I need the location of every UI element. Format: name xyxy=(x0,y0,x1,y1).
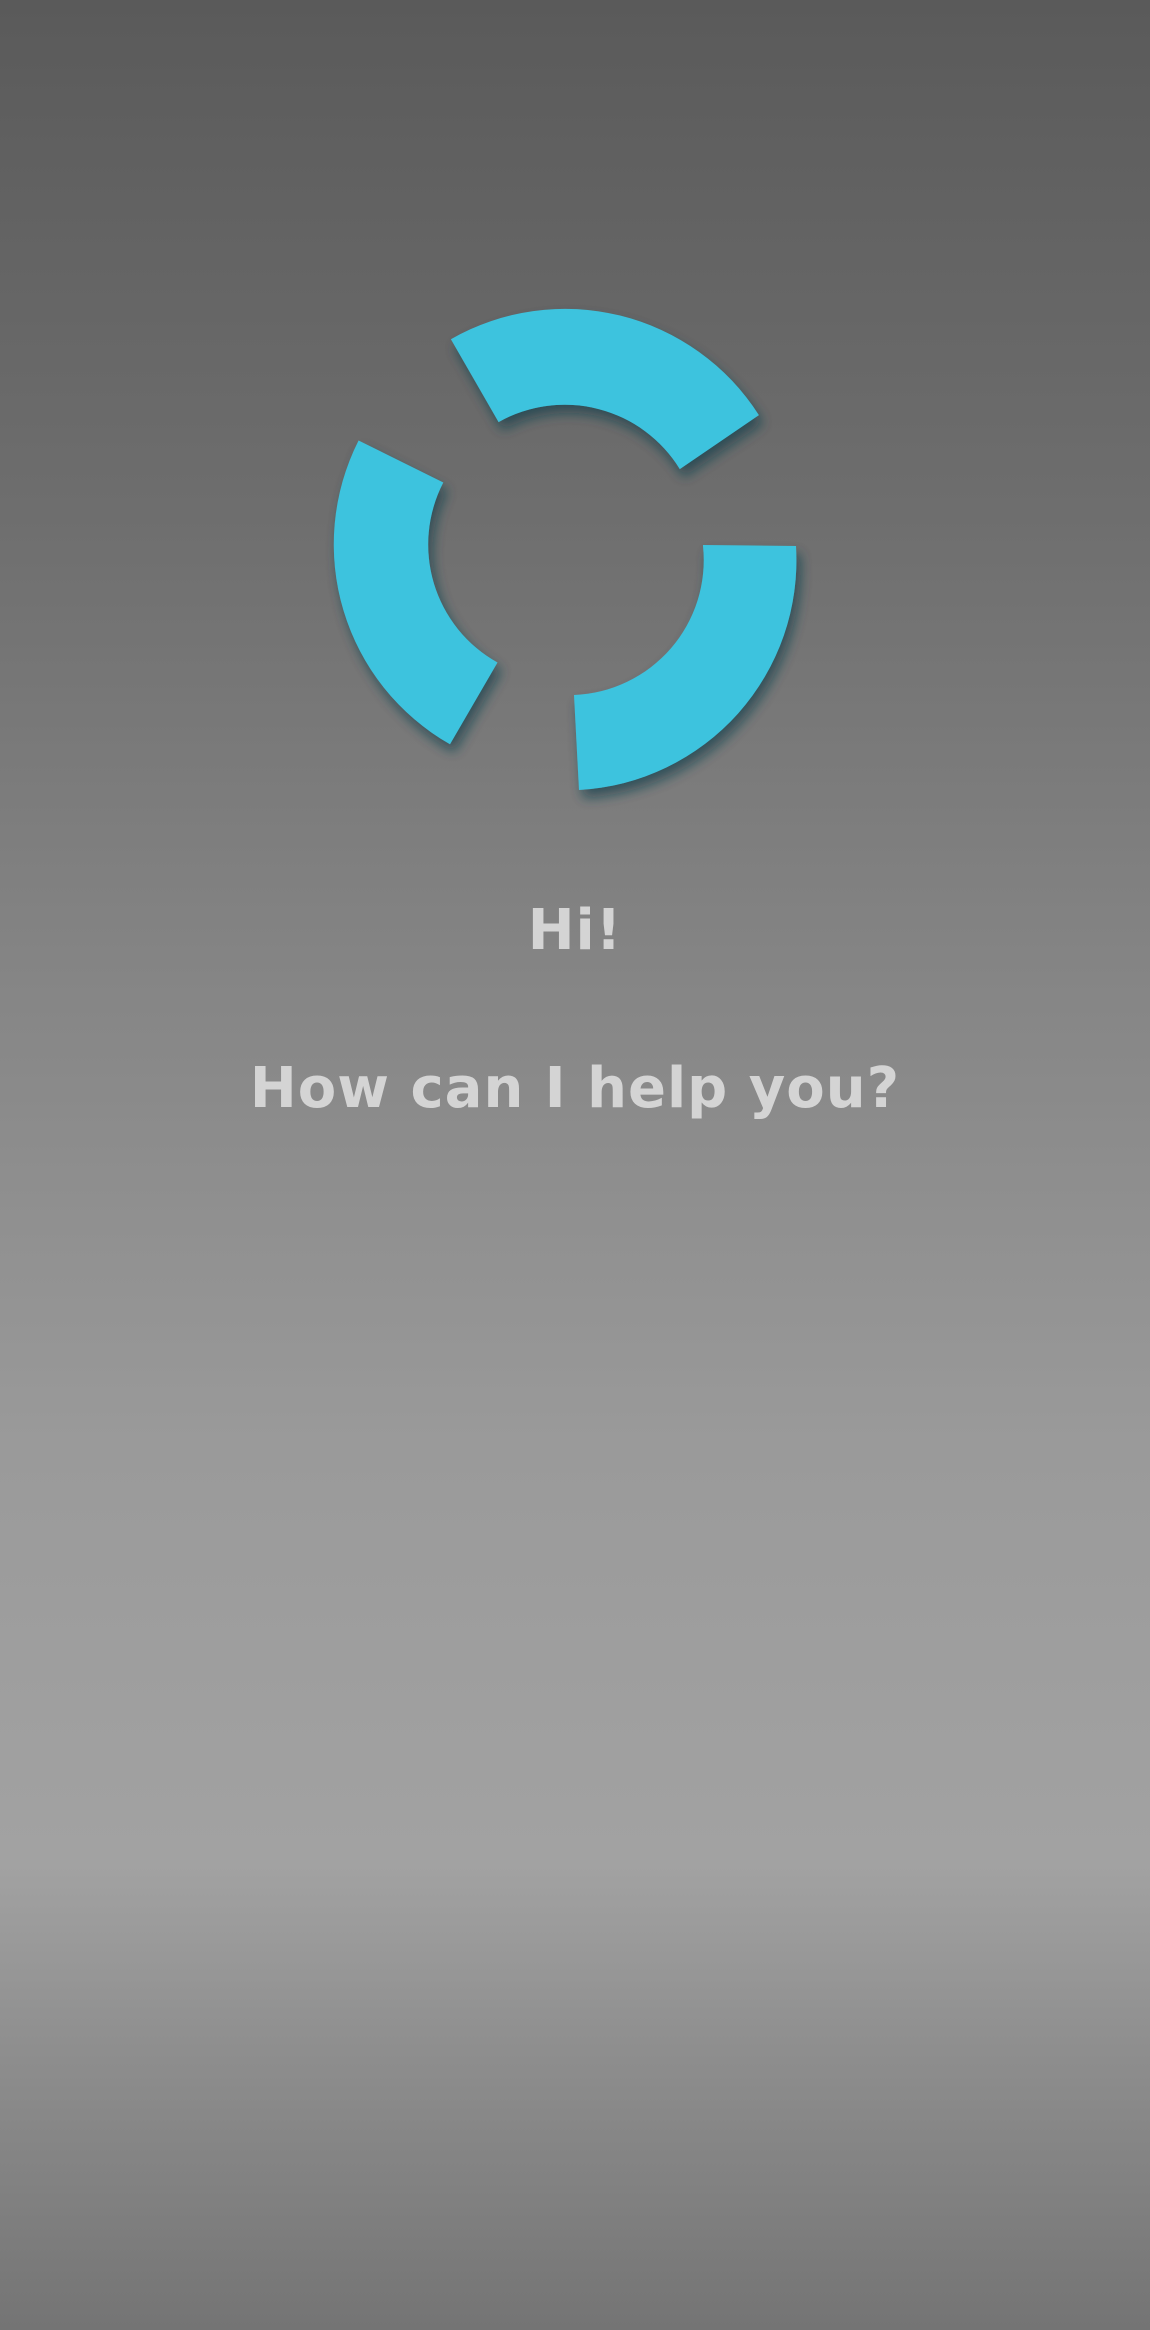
segmented-ring-icon xyxy=(333,308,797,790)
ring-segment-top xyxy=(450,308,759,470)
greeting-text: Hi! xyxy=(527,898,623,963)
ring-segment-right xyxy=(574,545,797,790)
ring-segments xyxy=(333,308,797,790)
assistant-logo xyxy=(300,270,860,830)
assistant-screen: Hi! How can I help you? xyxy=(0,0,1150,2330)
ring-segment-left xyxy=(333,440,498,745)
help-prompt-text: How can I help you? xyxy=(249,1056,901,1121)
